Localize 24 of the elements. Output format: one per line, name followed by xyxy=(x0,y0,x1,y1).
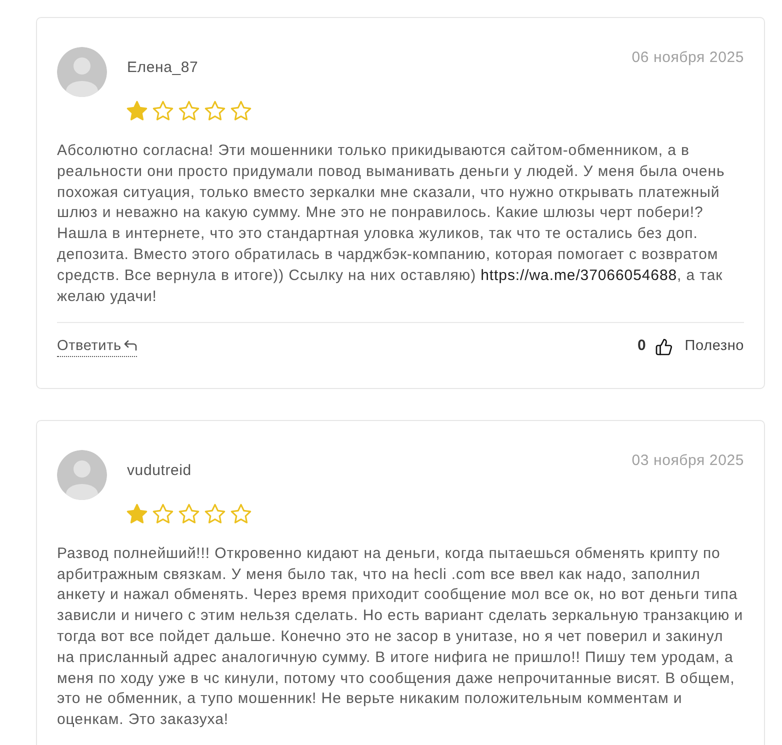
empty-star-icon xyxy=(178,502,200,525)
review-link[interactable]: https://wa.me/37066054688 xyxy=(480,266,678,284)
filled-star-icon xyxy=(126,502,148,525)
reply-link[interactable]: Ответить xyxy=(57,336,138,357)
empty-star-icon xyxy=(152,100,174,122)
empty-star-icon xyxy=(230,100,252,122)
review-text: Абсолютно согласна! Эти мошенники только прикидываются сайтом-обменником, а в реальности они просто придумали повод выманивать деньги у людей. У меня была очень похожая ситуация, только вместо зеркалки мне сказали, что нужно открывать платежный шлюз и неважно на какую сумму. Мне это не понравилось. Какие шлюзы черт побери!? Нашла в интернете, что это стандартная уловка жуликов, так что те остались без доп. депозита. Вместо этого обратилась в чарджбэк-компанию, которая помогает с возвратом средств. Все вернула в итоге)) Ссылку на них оставляю) https://wa.me/37066054688, а так желаю удачи! xyxy=(57,141,726,307)
avatar-silhouette-icon xyxy=(57,47,107,97)
review-date: 06 ноября 2025 xyxy=(632,49,744,67)
author-name: Елена_87 xyxy=(127,59,198,77)
thumbs-up-icon[interactable] xyxy=(654,338,673,356)
reply-arrow-icon xyxy=(123,340,138,352)
filled-star-icon xyxy=(126,100,148,122)
avatar-silhouette-icon xyxy=(57,450,107,500)
empty-star-icon xyxy=(178,100,200,122)
empty-star-icon xyxy=(230,502,252,525)
empty-star-icon xyxy=(204,100,226,122)
author-name: vudutreid xyxy=(127,462,192,480)
review-text: Развод полнейший!!! Откровенно кидают на деньги, когда пытаешься обменять крипту по арбитражным связкам. У меня было так, что на hecli .com все ввел как надо, заполнил анкету и нажал обменять. Через время приходит сообщение мол все ок, но вот деньги типа зависли и ничего с этим нельзя сделать. Но есть вариант сделать зеркальную транзакцию и тогда вот все пойдет дальше. Конечно это не засор в унитазе, но я чет поверил и закинул на присланный адрес аналогичную сумму. В итоге нифига не пришло!! Пишу тем уродам, а меня по ходу уже в чс кинули, потому что сообщения даже непрочитанные висят. В общем, это не обменник, а тупо мошенник! Не верьте никаким положительным комментам и оценкам. Это заказуха! xyxy=(57,544,744,730)
review-date: 03 ноября 2025 xyxy=(632,452,744,470)
empty-star-icon xyxy=(152,502,174,525)
like-count: 0 xyxy=(637,336,646,356)
helpful-label[interactable]: Полезно xyxy=(684,336,744,358)
empty-star-icon xyxy=(204,502,226,525)
